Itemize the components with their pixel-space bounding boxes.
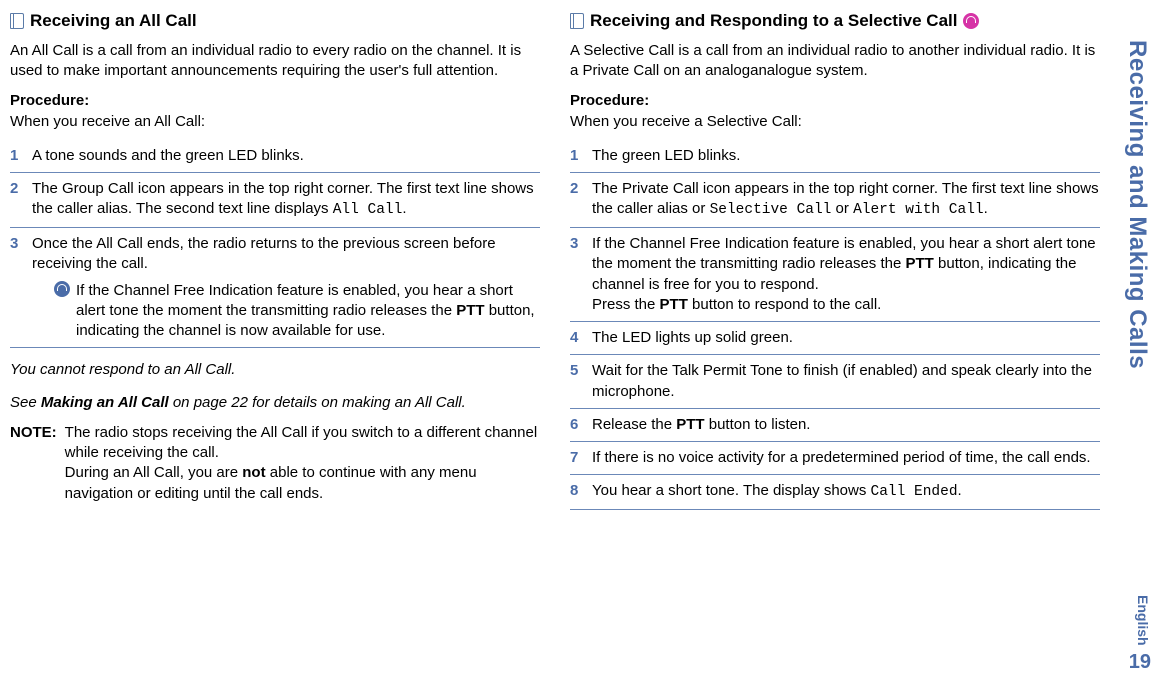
section-heading-all-call: Receiving an All Call [10,10,540,33]
step-row: 1 A tone sounds and the green LED blinks… [10,140,540,173]
step-row: 2 The Private Call icon appears in the t… [570,173,1100,228]
procedure-when: When you receive a Selective Call: [570,112,1100,132]
see-prefix: See [10,394,41,411]
side-tab-title: Receiving and Making Calls [1123,40,1151,369]
step-number: 1 [10,146,24,166]
step-text: Release the [592,416,676,433]
bold-text: PTT [676,416,704,433]
headset-icon [963,13,979,29]
see-suffix: on page 22 for details on making an All … [169,394,466,411]
left-column: Receiving an All Call An All Call is a c… [10,10,540,510]
step-body: The Group Call icon appears in the top r… [32,179,540,221]
italic-cannot-respond: You cannot respond to an All Call. [10,360,540,380]
mono-text: Selective Call [710,202,832,218]
step-body: Once the All Call ends, the radio return… [32,234,540,341]
step-body: If there is no voice activity for a pred… [592,448,1100,468]
step-body: If the Channel Free Indication feature i… [592,234,1100,315]
note-text: If the Channel Free Indication feature i… [76,281,540,342]
step-text: Once the All Call ends, the radio return… [32,235,496,272]
note-block: NOTE: The radio stops receiving the All … [10,423,540,504]
step-number: 8 [570,481,584,503]
step-row: 5 Wait for the Talk Permit Tone to finis… [570,355,1100,409]
step-body: A tone sounds and the green LED blinks. [32,146,540,166]
step-row: 4 The LED lights up solid green. [570,322,1100,355]
channel-free-note: If the Channel Free Indication feature i… [54,281,540,342]
step-number: 4 [570,328,584,348]
note-body: The radio stops receiving the All Call i… [65,423,540,504]
note-bold: not [242,464,265,481]
headset-icon [54,281,70,297]
english-label: English [1135,595,1151,646]
step-body: Release the PTT button to listen. [592,415,1100,435]
step-text: . [402,200,406,217]
step-body: Wait for the Talk Permit Tone to finish … [592,361,1100,402]
step-number: 1 [570,146,584,166]
page-number: 19 [1129,651,1151,674]
intro-paragraph: A Selective Call is a call from an indiv… [570,41,1100,82]
note-prefix: During an All Call, you are [65,464,243,481]
step-row: 1 The green LED blinks. [570,140,1100,173]
step-row: 6 Release the PTT button to listen. [570,409,1100,442]
step-number: 3 [10,234,24,341]
step-row: 3 If the Channel Free Indication feature… [570,228,1100,322]
bold-text: PTT [906,255,934,272]
book-icon [570,13,584,29]
mono-text: All Call [333,202,403,218]
step-text: button to listen. [705,416,811,433]
step-text: or [831,200,853,217]
step-number: 2 [10,179,24,221]
page-content: Receiving an All Call An All Call is a c… [0,0,1163,520]
see-reference: See Making an All Call on page 22 for de… [10,393,540,413]
procedure-label: Procedure: [570,91,1100,111]
note-line1: The radio stops receiving the All Call i… [65,424,537,461]
step-text: button to respond to the call. [688,296,881,313]
step-text: . [958,482,962,499]
heading-text: Receiving and Responding to a Selective … [590,10,957,33]
mono-text: Call Ended [871,484,958,500]
step-number: 7 [570,448,584,468]
step-number: 5 [570,361,584,402]
step-row: 3 Once the All Call ends, the radio retu… [10,228,540,348]
note-label: NOTE: [10,423,57,504]
step-body: The LED lights up solid green. [592,328,1100,348]
intro-paragraph: An All Call is a call from an individual… [10,41,540,82]
procedure-label: Procedure: [10,91,540,111]
procedure-when: When you receive an All Call: [10,112,540,132]
step-text: You hear a short tone. The display shows [592,482,871,499]
note-prefix: If the Channel Free Indication feature i… [76,282,513,319]
right-column: Receiving and Responding to a Selective … [570,10,1100,510]
heading-text: Receiving an All Call [30,10,197,33]
step-number: 6 [570,415,584,435]
bold-text: PTT [456,302,484,319]
step-row: 8 You hear a short tone. The display sho… [570,475,1100,510]
bold-text: PTT [660,296,688,313]
step-number: 3 [570,234,584,315]
mono-text: Alert with Call [853,202,984,218]
step-text: The Group Call icon appears in the top r… [32,180,534,217]
book-icon [10,13,24,29]
step-body: The Private Call icon appears in the top… [592,179,1100,221]
step-row: 2 The Group Call icon appears in the top… [10,173,540,228]
step-body: The green LED blinks. [592,146,1100,166]
step-text: Press the [592,296,660,313]
section-heading-selective-call: Receiving and Responding to a Selective … [570,10,1100,33]
step-text: . [984,200,988,217]
step-body: You hear a short tone. The display shows… [592,481,1100,503]
step-number: 2 [570,179,584,221]
step-row: 7 If there is no voice activity for a pr… [570,442,1100,475]
see-bold: Making an All Call [41,394,169,411]
